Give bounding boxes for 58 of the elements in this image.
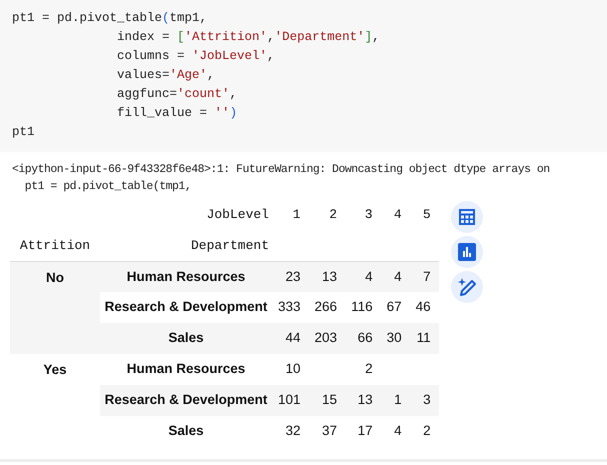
column-header: 1 xyxy=(292,206,302,224)
count-value: 37 xyxy=(322,423,338,438)
column-header: 4 xyxy=(392,206,403,224)
department-label: Research & Development xyxy=(100,385,272,416)
count-value: 46 xyxy=(416,299,431,314)
count-value: 2 xyxy=(365,361,373,376)
department-label: Sales xyxy=(100,323,272,354)
department-label: Research & Development xyxy=(100,292,272,323)
chart-suggest-button[interactable] xyxy=(450,236,483,268)
index-name: Department xyxy=(100,230,272,261)
count-value: 13 xyxy=(358,392,373,408)
code-line: columns = 'JobLevel', xyxy=(116,48,275,65)
count-value: 3 xyxy=(423,392,431,408)
magic-edit-button[interactable] xyxy=(450,271,483,303)
count-value: 1 xyxy=(394,392,402,408)
code-line: pt1 xyxy=(12,124,35,141)
index-name: Attrition xyxy=(10,230,100,261)
code-cell[interactable]: pt1 = pd.pivot_table(tmp1, index = ['Attrition','Department'], columns = 'JobLevel', values='Age', aggfunc='count', fill_value = '') pt1 xyxy=(0,0,607,152)
sparkle-pencil-icon xyxy=(456,277,477,297)
row-group-label: No xyxy=(10,261,100,354)
table-icon xyxy=(458,208,476,226)
code-line: values='Age', xyxy=(116,67,215,84)
code-line: fill_value = '') xyxy=(116,105,238,122)
count-value: 17 xyxy=(358,423,373,438)
department-label: Human Resources xyxy=(100,261,272,292)
count-value: 2 xyxy=(423,423,431,438)
warning-text: <ipython-input-66-9f43328f6e48>:1: FutureWarning: Downcasting object dtype arrays on xyxy=(12,162,550,178)
count-value: 66 xyxy=(358,330,373,346)
count-value: 4 xyxy=(394,268,402,284)
code-line: index = ['Attrition','Department'], xyxy=(116,29,380,46)
warning-text: pt1 = pd.pivot_table(tmp1, xyxy=(24,179,192,195)
count-value: 67 xyxy=(386,299,402,314)
code-line: pt1 = pd.pivot_table(tmp1, xyxy=(12,10,208,27)
column-axis-label: JobLevel xyxy=(206,206,270,224)
count-value: 30 xyxy=(386,330,402,346)
count-value: 7 xyxy=(423,268,431,284)
department-label: Sales xyxy=(100,416,272,447)
column-header: 3 xyxy=(364,206,374,224)
count-value: 32 xyxy=(286,423,301,438)
column-header: 5 xyxy=(422,206,432,224)
count-value: 15 xyxy=(322,392,338,408)
count-value: 101 xyxy=(278,392,301,408)
count-value: 4 xyxy=(365,268,373,284)
count-value: 266 xyxy=(314,299,338,314)
table-view-button[interactable] xyxy=(450,201,483,233)
department-label: Human Resources xyxy=(100,354,272,385)
count-value: 203 xyxy=(314,330,338,346)
column-header: 2 xyxy=(328,206,338,224)
count-value: 4 xyxy=(394,423,402,438)
count-value: 23 xyxy=(286,268,301,284)
bar-chart-icon xyxy=(458,243,476,261)
count-value: 10 xyxy=(286,361,301,376)
count-value: 13 xyxy=(322,268,338,284)
count-value: 116 xyxy=(351,299,373,314)
count-value: 44 xyxy=(286,330,301,346)
count-value: 11 xyxy=(416,330,431,346)
code-line: aggfunc='count', xyxy=(116,86,238,103)
count-value: 333 xyxy=(278,299,301,314)
